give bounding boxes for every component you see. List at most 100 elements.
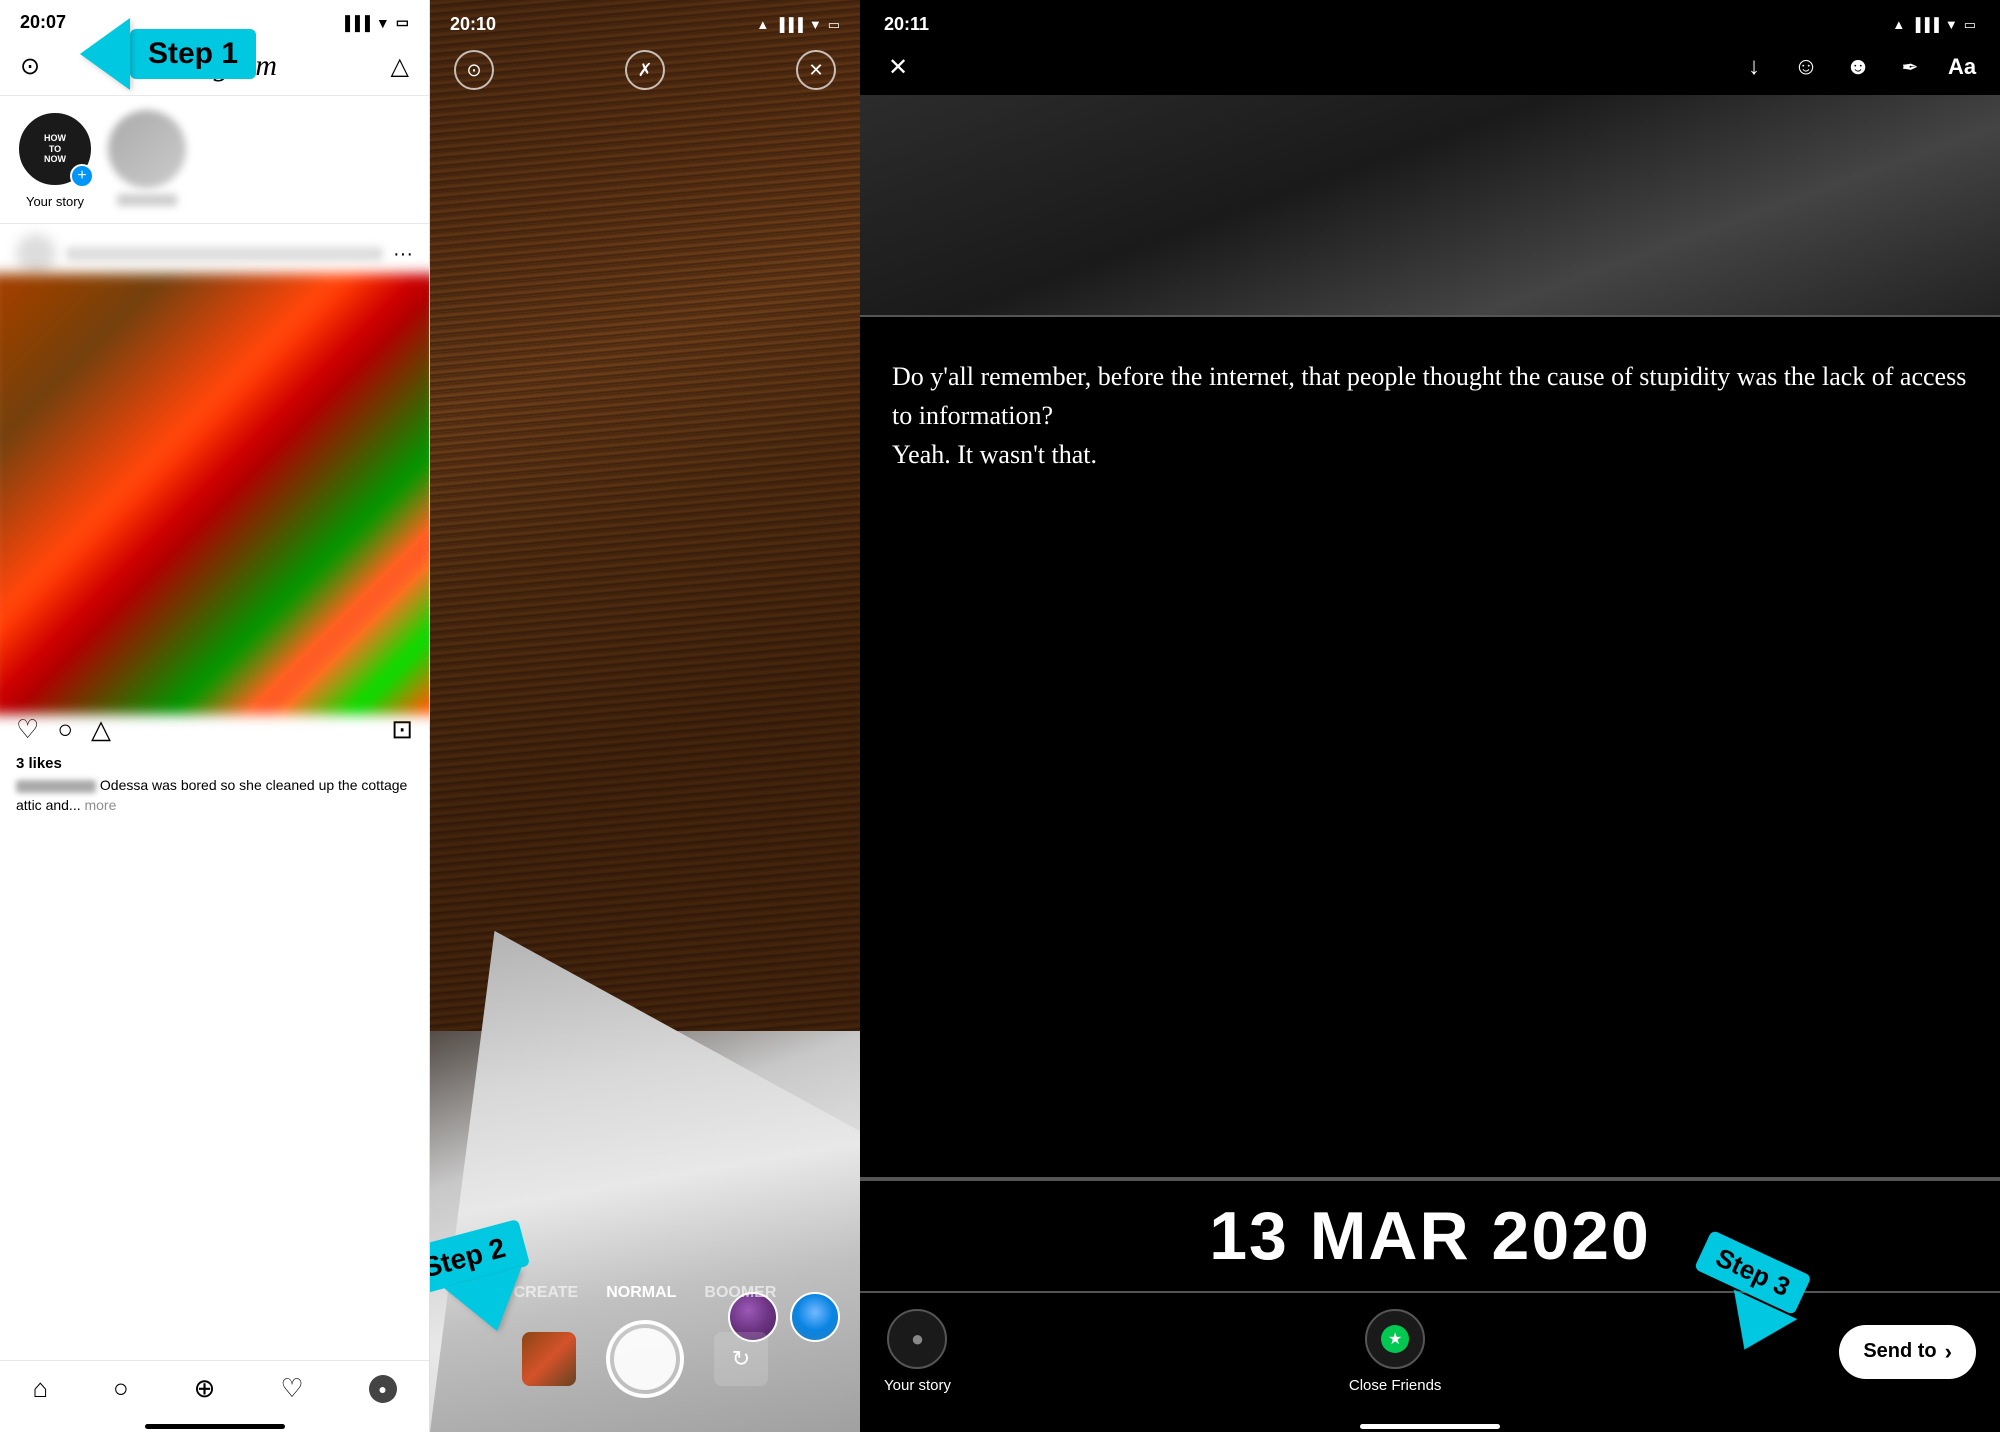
other-story-label xyxy=(117,194,177,206)
sticker-background xyxy=(860,95,2000,315)
feed-post: ··· ♡ ○ △ ⊡ 3 likes Odessa was bored so … xyxy=(0,224,429,1360)
send-to-chevron: › xyxy=(1945,1339,1952,1365)
comment-icon[interactable]: ○ xyxy=(57,714,73,745)
flip-camera-icon: ↻ xyxy=(732,1346,750,1372)
emoji-face-icon[interactable]: ☺ xyxy=(1788,49,1824,85)
green-star-badge: ★ xyxy=(1381,1325,1409,1353)
home-nav-icon[interactable]: ⌂ xyxy=(32,1373,48,1404)
story-quote: Do y'all remember, before the internet, … xyxy=(892,357,1968,474)
step1-label: Step 1 xyxy=(148,37,238,70)
date-banner: 13 MAR 2020 xyxy=(860,1179,2000,1293)
story-dest-friends[interactable]: ★ Close Friends xyxy=(1349,1309,1442,1394)
download-story-icon[interactable]: ↓ xyxy=(1736,49,1772,85)
send-to-button[interactable]: Send to › xyxy=(1839,1325,1976,1379)
status-bar-3: 20:11 ▲ ▐▐▐ ▼ ▭ xyxy=(860,0,2000,43)
home-indicator-1 xyxy=(0,1424,429,1432)
your-story-label: Your story xyxy=(26,194,84,209)
close-friends-dest-label: Close Friends xyxy=(1349,1377,1442,1394)
your-story-circle: ● xyxy=(887,1309,947,1369)
home-bar-1 xyxy=(145,1424,285,1429)
status-icons-2: ▲ ▐▐▐ ▼ ▭ xyxy=(756,17,840,33)
home-bar-3 xyxy=(1360,1424,1500,1429)
story-text-area: Do y'all remember, before the internet, … xyxy=(860,317,2000,1177)
post-avatar xyxy=(16,234,56,274)
camera-top-icons: ⊙ ✗ ✕ xyxy=(430,50,860,90)
post-caption: Odessa was bored so she cleaned up the c… xyxy=(0,776,429,819)
signal-icon-1: ▐▐▐ xyxy=(340,15,370,31)
post-username xyxy=(66,247,383,261)
location-icon-2: ▲ xyxy=(756,17,769,32)
other-story-item[interactable] xyxy=(108,110,186,209)
avatar-logo-text: HOWTONOW xyxy=(44,133,66,165)
flash-off-icon[interactable]: ✗ xyxy=(625,50,665,90)
heart-nav-icon[interactable]: ♡ xyxy=(280,1373,303,1404)
share-icon[interactable]: △ xyxy=(91,714,111,745)
text-icon[interactable]: Aa xyxy=(1944,49,1980,85)
shutter-button[interactable] xyxy=(606,1320,684,1398)
camera-settings-icon[interactable]: ⊙ xyxy=(454,50,494,90)
close-friends-circle: ★ xyxy=(1365,1309,1425,1369)
shutter-inner xyxy=(614,1328,676,1390)
send-to-label: Send to xyxy=(1863,1340,1936,1363)
your-story-icon: ● xyxy=(911,1326,924,1352)
dm-icon[interactable]: △ xyxy=(391,52,409,81)
wifi-icon-1: ▼ xyxy=(376,15,390,31)
save-icon[interactable]: ⊡ xyxy=(391,714,413,745)
post-left-actions: ♡ ○ △ xyxy=(16,714,111,745)
step1-box: Step 1 xyxy=(130,29,256,79)
camera-flip-btn[interactable]: ↻ xyxy=(714,1332,768,1386)
status-time-2: 20:10 xyxy=(450,14,496,35)
add-story-badge[interactable]: + xyxy=(70,164,94,188)
quote-text: Do y'all remember, before the internet, … xyxy=(892,362,1966,469)
your-story-item[interactable]: HOWTONOW + Your story xyxy=(16,110,94,209)
status-time-3: 20:11 xyxy=(884,14,929,35)
caption-username xyxy=(16,780,96,793)
search-nav-icon[interactable]: ○ xyxy=(113,1373,129,1404)
pen-icon[interactable]: ✒ xyxy=(1892,49,1928,85)
status-time-1: 20:07 xyxy=(20,12,66,33)
gallery-thumbnail[interactable] xyxy=(522,1332,576,1386)
your-story-dest-label: Your story xyxy=(884,1377,951,1394)
bottom-nav: ⌂ ○ ⊕ ♡ ● xyxy=(0,1360,429,1424)
story-bottom-bar: ● Your story ★ Close Friends Send to › xyxy=(860,1293,2000,1424)
camera-wood-texture xyxy=(430,0,860,1031)
story-preview-area xyxy=(860,95,2000,315)
your-story-avatar-wrapper: HOWTONOW + xyxy=(16,110,94,188)
phone2-camera: 20:10 ▲ ▐▐▐ ▼ ▭ ⊙ ✗ ✕ Step 2 CREATE NORM… xyxy=(430,0,860,1432)
close-story-icon[interactable]: ✕ xyxy=(880,49,916,85)
close-camera-icon[interactable]: ✕ xyxy=(796,50,836,90)
add-nav-icon[interactable]: ⊕ xyxy=(194,1373,216,1404)
phone1-instagram: 20:07 ▐▐▐ ▼ ▭ ⊙ Instagram △ HOWTONOW + Y… xyxy=(0,0,430,1432)
mode-boomer[interactable]: BOOMER xyxy=(704,1284,776,1302)
sticker-icon[interactable]: ☻ xyxy=(1840,49,1876,85)
status-bar-2: 20:10 ▲ ▐▐▐ ▼ ▭ xyxy=(430,0,860,43)
stories-row: HOWTONOW + Your story xyxy=(0,96,429,224)
status-icons-3: ▲ ▐▐▐ ▼ ▭ xyxy=(1892,17,1976,33)
wifi-icon-3: ▼ xyxy=(1945,17,1958,32)
status-icons-1: ▐▐▐ ▼ ▭ xyxy=(340,14,409,31)
post-image xyxy=(0,274,429,715)
other-story-avatar xyxy=(108,110,186,188)
caption-more[interactable]: more xyxy=(84,797,116,813)
battery-icon-3: ▭ xyxy=(1964,17,1976,33)
battery-icon-1: ▭ xyxy=(396,14,409,31)
story-dest-yours[interactable]: ● Your story xyxy=(884,1309,951,1394)
story-tools-right: ↓ ☺ ☻ ✒ Aa xyxy=(1736,49,1980,85)
wifi-icon-2: ▼ xyxy=(809,17,822,32)
step1-annotation: Step 1 xyxy=(80,18,256,90)
date-display: 13 MAR 2020 xyxy=(1209,1198,1651,1274)
story-toolbar: ✕ ↓ ☺ ☻ ✒ Aa xyxy=(860,43,2000,95)
signal-icon-2: ▐▐▐ xyxy=(775,17,803,32)
home-indicator-3 xyxy=(860,1424,2000,1432)
like-icon[interactable]: ♡ xyxy=(16,714,39,745)
battery-icon-2: ▭ xyxy=(828,17,840,33)
location-icon-3: ▲ xyxy=(1892,17,1905,32)
camera-icon[interactable]: ⊙ xyxy=(20,52,40,81)
post-likes: 3 likes xyxy=(0,755,429,776)
post-more-icon[interactable]: ··· xyxy=(393,243,413,266)
profile-nav-icon[interactable]: ● xyxy=(369,1375,397,1403)
mode-normal[interactable]: NORMAL xyxy=(606,1284,676,1302)
step1-arrow xyxy=(80,18,130,90)
phone3-story-editor: 20:11 ▲ ▐▐▐ ▼ ▭ ✕ ↓ ☺ ☻ ✒ Aa Do y'all re… xyxy=(860,0,2000,1432)
signal-icon-3: ▐▐▐ xyxy=(1911,17,1939,32)
